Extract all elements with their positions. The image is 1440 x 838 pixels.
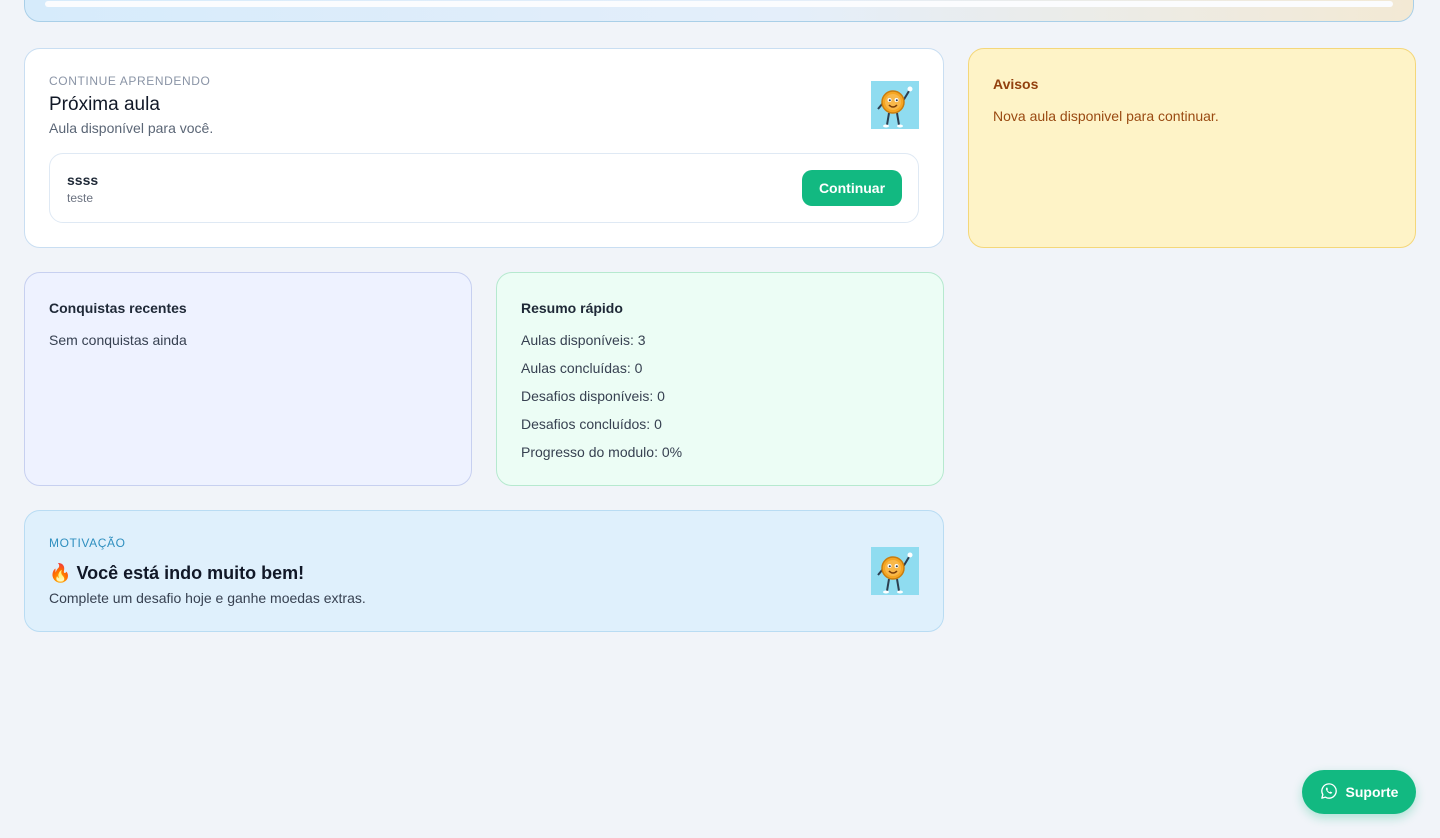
whatsapp-icon — [1320, 782, 1338, 803]
motivation-subtitle: Complete um desafio hoje e ganhe moedas … — [49, 590, 366, 606]
motivation-card: MOTIVAÇÃO 🔥 Você está indo muito bem! Co… — [24, 510, 944, 632]
summary-card: Resumo rápido Aulas disponíveis: 3 Aulas… — [496, 272, 944, 486]
continue-button[interactable]: Continuar — [802, 170, 902, 206]
motivation-title: 🔥 Você está indo muito bem! — [49, 563, 304, 584]
lesson-item: ssss teste Continuar — [49, 153, 919, 223]
continue-eyebrow: CONTINUE APRENDENDO — [49, 74, 211, 88]
summary-heading: Resumo rápido — [521, 300, 623, 316]
summary-item-lessons-completed: Aulas concluídas: 0 — [521, 360, 643, 376]
support-button[interactable]: Suporte — [1302, 770, 1416, 814]
coin-mascot-icon — [871, 547, 919, 595]
motivation-eyebrow: MOTIVAÇÃO — [49, 536, 126, 550]
summary-item-module-progress: Progresso do modulo: 0% — [521, 444, 683, 460]
summary-item-challenges-available: Desafios disponíveis: 0 — [521, 388, 665, 404]
banner-progress-track — [45, 1, 1393, 7]
continue-learning-card: CONTINUE APRENDENDO Próxima aula Aula di… — [24, 48, 944, 248]
next-lesson-title: Próxima aula — [49, 94, 160, 115]
summary-item-challenges-completed: Desafios concluídos: 0 — [521, 416, 662, 432]
achievements-card: Conquistas recentes Sem conquistas ainda — [24, 272, 472, 486]
notices-text: Nova aula disponivel para continuar. — [993, 108, 1219, 124]
summary-item-lessons-available: Aulas disponíveis: 3 — [521, 332, 646, 348]
achievements-empty-text: Sem conquistas ainda — [49, 332, 187, 348]
summary-list: Aulas disponíveis: 3 Aulas concluídas: 0… — [521, 332, 682, 472]
coin-mascot-icon — [871, 81, 919, 129]
lesson-title: ssss — [67, 172, 99, 188]
achievements-heading: Conquistas recentes — [49, 300, 187, 316]
next-lesson-subtitle: Aula disponível para você. — [49, 120, 214, 136]
notices-heading: Avisos — [993, 76, 1039, 92]
lesson-subtitle: teste — [67, 191, 94, 205]
top-banner — [24, 0, 1414, 22]
support-button-label: Suporte — [1345, 784, 1399, 800]
motivation-title-text: Você está indo muito bem! — [76, 563, 305, 583]
fire-icon: 🔥 — [49, 563, 72, 583]
notices-card: Avisos Nova aula disponivel para continu… — [968, 48, 1416, 248]
